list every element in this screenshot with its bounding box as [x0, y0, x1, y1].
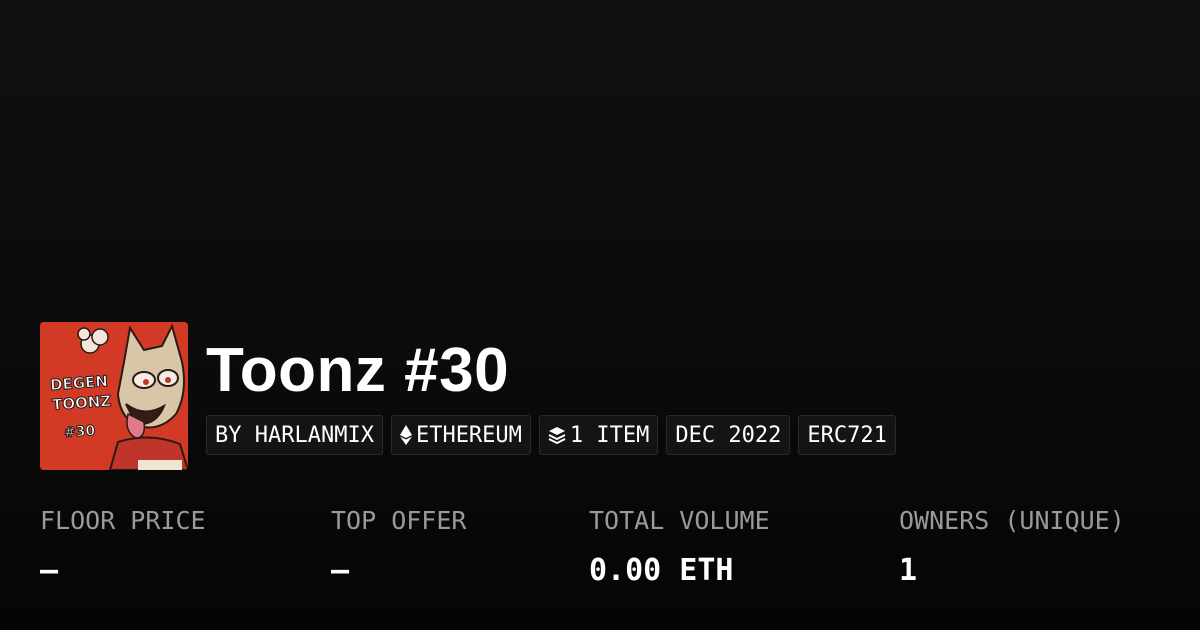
owners-stat: OWNERS (UNIQUE) 1: [899, 503, 1125, 589]
collection-avatar[interactable]: DEGEN TOONZ #30: [40, 322, 188, 470]
creator-tag[interactable]: BY HARLANMIX: [206, 415, 383, 455]
total-volume-value: 0.00 ETH: [589, 553, 734, 588]
floor-price-value: —: [40, 553, 59, 588]
item-title: Toonz #30: [206, 336, 510, 405]
degen-toonz-artwork-icon: DEGEN TOONZ #30: [40, 322, 188, 470]
owners-value: 1: [899, 553, 918, 588]
top-offer-value: —: [331, 553, 350, 588]
floor-price-stat: FLOOR PRICE —: [40, 503, 206, 589]
stats-row: FLOOR PRICE — TOP OFFER — TOTAL VOLUME 0…: [40, 503, 1180, 603]
creator-tag-label: BY HARLANMIX: [215, 422, 374, 448]
owners-label: OWNERS (UNIQUE): [899, 506, 1125, 535]
standard-tag[interactable]: ERC721: [798, 415, 896, 455]
chain-tag[interactable]: ETHEREUM: [390, 415, 531, 455]
item-header: DEGEN TOONZ #30 Toonz #30 BY HARLANMIX E…: [40, 322, 896, 470]
total-volume-stat: TOTAL VOLUME 0.00 ETH: [589, 503, 770, 589]
total-volume-label: TOTAL VOLUME: [589, 506, 770, 535]
date-tag-label: DEC 2022: [675, 422, 782, 448]
item-count-tag-label: 1 ITEM: [569, 422, 650, 448]
tag-row: BY HARLANMIX ETHEREUM 1 ITEM DEC 2022 ER…: [206, 415, 896, 455]
top-offer-stat: TOP OFFER —: [331, 503, 466, 589]
item-count-tag[interactable]: 1 ITEM: [538, 415, 659, 455]
floor-price-label: FLOOR PRICE: [40, 506, 206, 535]
title-block: Toonz #30 BY HARLANMIX ETHEREUM 1 ITEM D…: [206, 322, 896, 455]
standard-tag-label: ERC721: [807, 422, 887, 448]
svg-text:#30: #30: [63, 423, 96, 441]
date-tag[interactable]: DEC 2022: [666, 415, 791, 455]
layers-icon: [548, 426, 566, 444]
ethereum-icon: [399, 425, 412, 445]
top-offer-label: TOP OFFER: [331, 506, 467, 535]
chain-tag-label: ETHEREUM: [415, 422, 522, 448]
